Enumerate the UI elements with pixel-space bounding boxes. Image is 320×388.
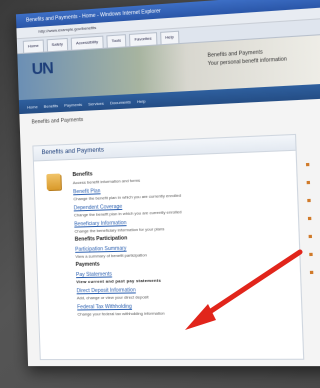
bullet-icon: [305, 162, 310, 167]
red-arrow-icon: [185, 249, 303, 330]
bullet-icon: [308, 234, 313, 239]
arrow-shaft: [202, 249, 303, 318]
right-column-markers: [305, 162, 320, 289]
bullet-icon: [309, 270, 314, 275]
bullet-icon: [307, 198, 311, 203]
bullet-icon: [306, 180, 311, 185]
bullet-icon: [309, 252, 313, 257]
bullet-icon: [307, 216, 312, 221]
